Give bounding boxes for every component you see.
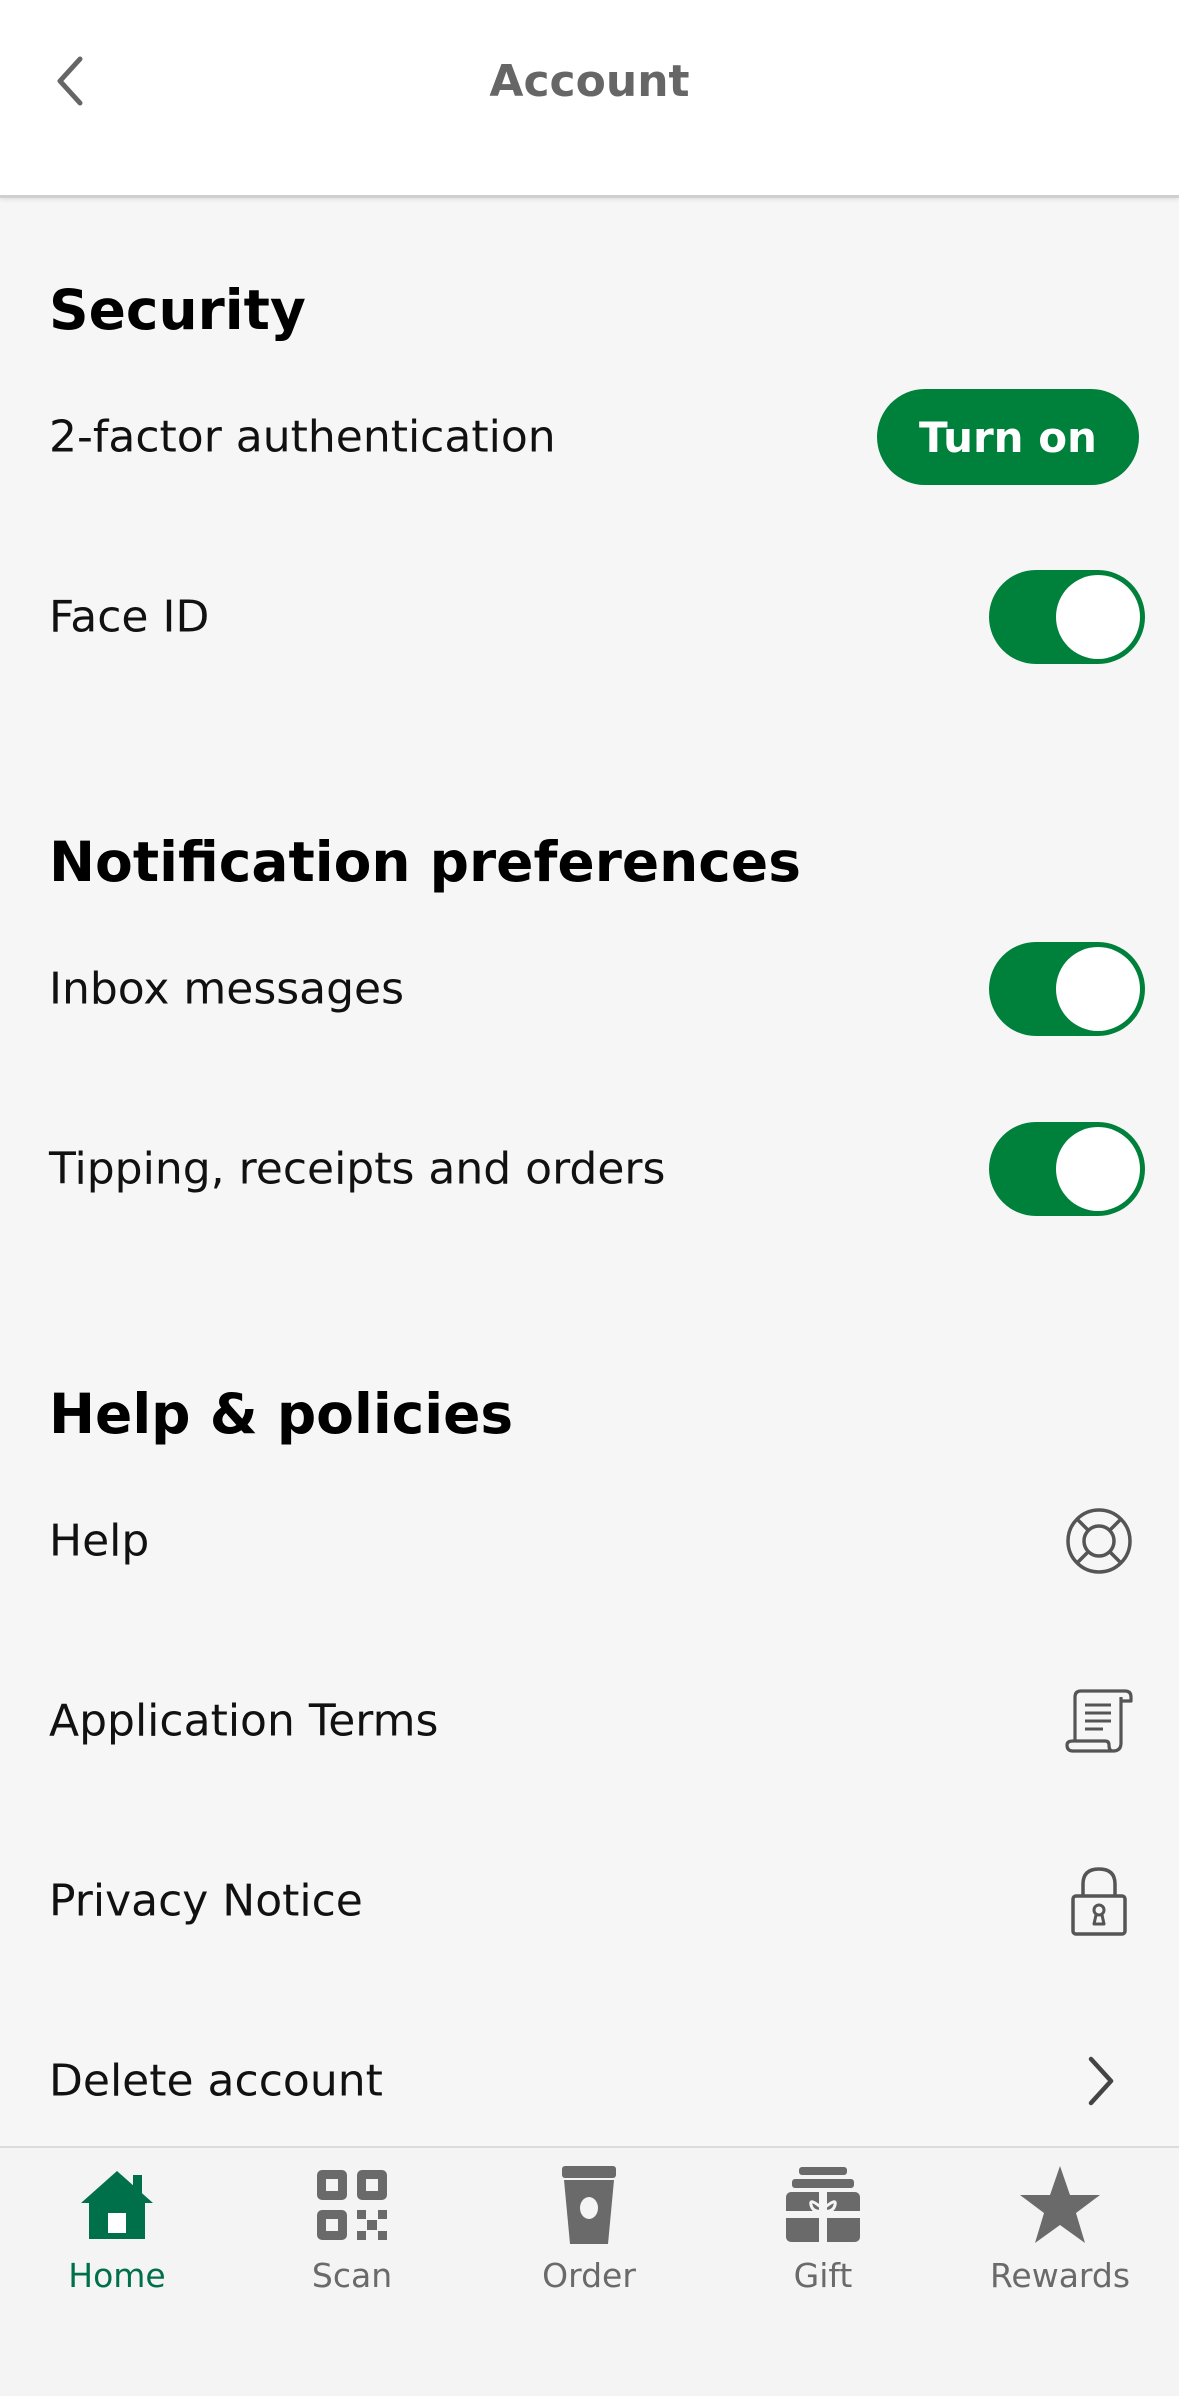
toggle-knob [1056, 947, 1140, 1031]
turn-on-button[interactable]: Turn on [877, 389, 1139, 485]
padlock-icon [1071, 1867, 1127, 1936]
home-icon [81, 2171, 153, 2239]
tab-order[interactable]: Order [499, 2160, 679, 2310]
tab-rewards-label: Rewards [989, 2256, 1131, 2295]
bottom-tab-bar: Home Scan Order Gift Rewards [0, 2146, 1179, 2396]
delete-account-label: Delete account [49, 2055, 383, 2107]
chevron-right-icon [1088, 2056, 1114, 2106]
privacy-notice-row[interactable]: Privacy Notice [0, 1826, 1179, 1976]
inbox-messages-toggle[interactable] [989, 942, 1145, 1036]
inbox-messages-row: Inbox messages [0, 914, 1179, 1064]
tab-scan-label: Scan [311, 2256, 393, 2295]
scroll-document-icon [1065, 1689, 1133, 1753]
help-row[interactable]: Help [0, 1466, 1179, 1616]
app-header: Account [0, 0, 1179, 198]
page-title: Account [489, 56, 690, 107]
cup-icon [562, 2166, 616, 2244]
face-id-label: Face ID [49, 591, 210, 643]
privacy-notice-label: Privacy Notice [49, 1875, 363, 1927]
star-icon [1020, 2166, 1100, 2243]
face-id-toggle[interactable] [989, 570, 1145, 664]
tipping-receipts-orders-label: Tipping, receipts and orders [49, 1143, 666, 1195]
security-heading: Security [49, 278, 306, 342]
inbox-messages-label: Inbox messages [49, 963, 405, 1015]
help-policies-heading: Help & policies [49, 1382, 514, 1446]
tab-scan[interactable]: Scan [262, 2160, 442, 2310]
notification-preferences-heading: Notification preferences [49, 830, 801, 894]
lifebuoy-icon [1066, 1508, 1132, 1574]
two-factor-label: 2-factor authentication [49, 411, 556, 463]
tipping-receipts-orders-row: Tipping, receipts and orders [0, 1094, 1179, 1244]
tab-gift-label: Gift [793, 2256, 853, 2295]
tipping-receipts-orders-toggle[interactable] [989, 1122, 1145, 1216]
delete-account-row[interactable]: Delete account [0, 2006, 1179, 2156]
tab-rewards[interactable]: Rewards [970, 2160, 1150, 2310]
toggle-knob [1056, 575, 1140, 659]
tab-order-label: Order [542, 2256, 636, 2295]
application-terms-label: Application Terms [49, 1695, 439, 1747]
tab-home-label: Home [68, 2256, 166, 2295]
gift-card-icon [786, 2167, 860, 2242]
help-label: Help [49, 1515, 150, 1567]
toggle-knob [1056, 1127, 1140, 1211]
two-factor-row: 2-factor authentication Turn on [0, 362, 1179, 512]
tab-home[interactable]: Home [27, 2160, 207, 2310]
tab-gift[interactable]: Gift [733, 2160, 913, 2310]
face-id-row: Face ID [0, 542, 1179, 692]
application-terms-row[interactable]: Application Terms [0, 1646, 1179, 1796]
qr-code-icon [317, 2170, 387, 2240]
